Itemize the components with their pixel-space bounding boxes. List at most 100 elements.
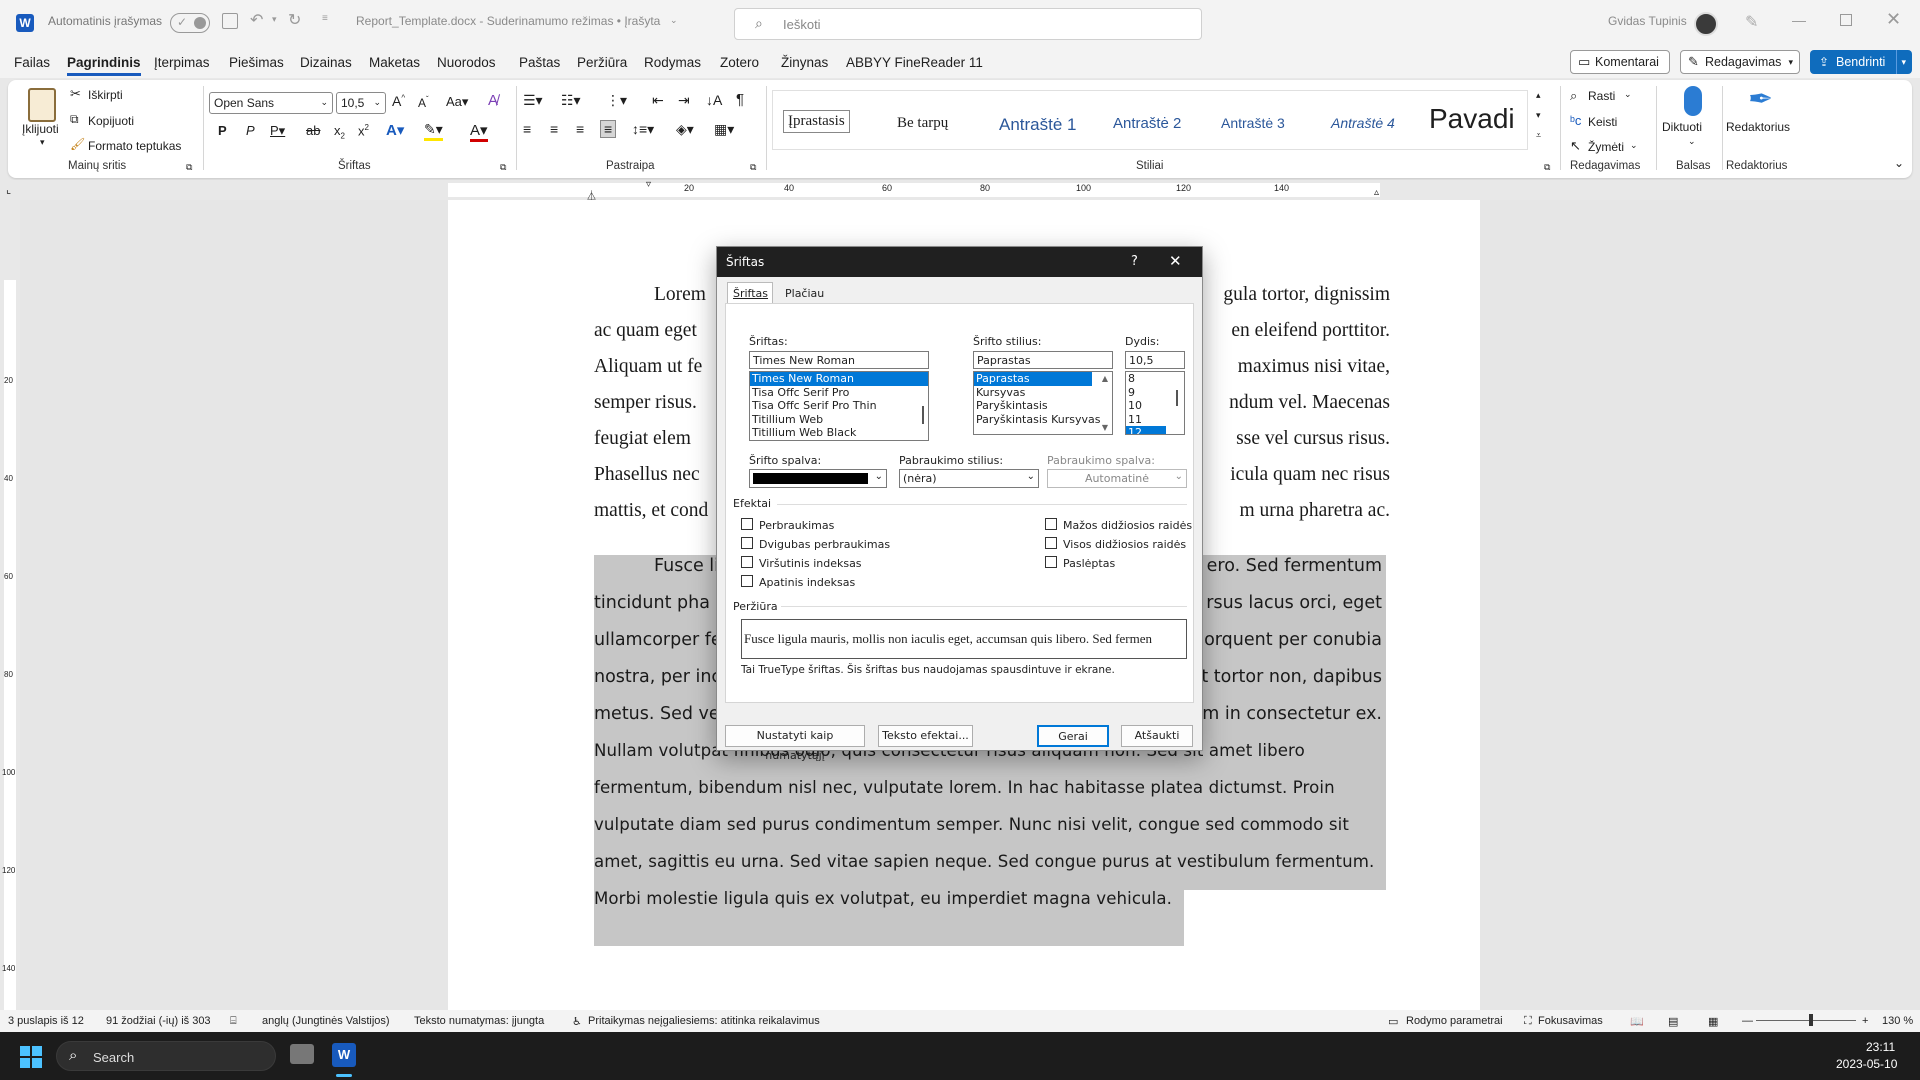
subscript-checkbox[interactable] [741,575,753,587]
comments-button[interactable]: ▭ Komentarai [1570,50,1670,74]
zoom-level[interactable]: 130 % [1882,1015,1913,1027]
styles-launcher-icon[interactable]: ⧉ [1544,162,1550,173]
close-icon[interactable]: ✕ [1886,9,1901,30]
text-line[interactable]: m in consectetur ex. [1202,704,1382,724]
dictate-button[interactable]: Diktuoti [1662,120,1702,134]
format-painter-button[interactable]: Formato teptukas [88,139,181,153]
subscript-icon[interactable]: x2 [334,123,345,141]
text-line[interactable]: metus. Sed ve [594,704,720,724]
align-right-icon[interactable]: ≡ [576,121,584,137]
highlight-icon[interactable]: ✎▾ [424,121,443,141]
justify-icon[interactable]: ≡ [600,120,617,138]
text-line[interactable]: semper risus. [594,392,697,414]
editor-button[interactable]: Redaktorius [1726,120,1790,134]
scrollbar-thumb[interactable] [1176,390,1178,406]
clipboard-launcher-icon[interactable]: ⧉ [186,162,192,173]
pen-icon[interactable]: ✎ [1745,12,1758,32]
collapse-ribbon-icon[interactable]: ⌄ [1894,156,1904,170]
copy-button[interactable]: Kopijuoti [88,114,134,128]
text-line[interactable]: orquent per conubia [1204,630,1382,650]
font-size-select[interactable]: 10,5 ⌄ [336,92,386,114]
italic-button[interactable]: P [246,123,255,138]
search-box[interactable]: ⌕ Ieškoti [734,8,1202,40]
text-line[interactable]: Lorem [654,284,706,306]
proofing-icon[interactable]: ⌸ [230,1015,237,1028]
font-style-input[interactable]: Paprastas [973,351,1113,369]
small-caps-checkbox[interactable] [1045,518,1057,530]
styles-scroll-up-icon[interactable]: ▴ [1536,90,1541,101]
checkbox-label[interactable]: Viršutinis indeksas [759,557,862,570]
text-effects-button[interactable]: Teksto efektai... [878,725,973,747]
web-layout-icon[interactable]: ▦ [1708,1015,1718,1028]
font-color-select[interactable]: ⌄ [749,469,887,488]
redo-icon[interactable]: ↻ [288,10,301,30]
list-item[interactable]: Titillium Web [750,413,928,427]
select-button[interactable]: Žymėti [1588,140,1624,154]
strikethrough-icon[interactable]: ab [306,123,320,138]
focus-mode[interactable]: Fokusavimas [1538,1015,1603,1027]
underline-style-select[interactable]: (nėra) ⌄ [899,469,1039,488]
minimize-icon[interactable]: — [1792,12,1806,28]
style-heading-2[interactable]: Antraštė 2 [1113,115,1181,132]
line-spacing-icon[interactable]: ↕≡▾ [632,121,654,138]
text-line[interactable]: en eleifend porttitor. [1231,320,1390,342]
menu-file[interactable]: Failas [14,55,50,70]
superscript-icon[interactable]: x2 [358,123,369,138]
align-center-icon[interactable]: ≡ [550,121,558,137]
paste-chevron-icon[interactable]: ▾ [40,137,45,148]
right-indent-marker[interactable]: ▵ [1374,187,1379,198]
text-line[interactable]: Fusce li [654,556,719,576]
shading-icon[interactable]: ◈▾ [676,121,694,138]
font-name-select[interactable]: Open Sans ⌄ [209,92,333,114]
size-input[interactable]: 10,5 [1125,351,1185,369]
list-item[interactable]: Paryškintasis [974,399,1112,413]
undo-dropdown-icon[interactable]: ▾ [272,14,277,25]
scroll-up-icon[interactable]: ▲ [1102,374,1108,383]
menu-abbyy[interactable]: ABBYY FineReader 11 [846,55,983,70]
text-line[interactable]: t tortor non, dapibus [1201,667,1382,687]
text-line[interactable]: nostra, per inc [594,667,721,687]
cancel-button[interactable]: Atšaukti [1121,725,1193,747]
ok-button[interactable]: Gerai [1037,725,1109,747]
zoom-out-icon[interactable]: — [1742,1015,1753,1027]
font-name-list[interactable]: Times New Roman Tisa Offc Serif Pro Tisa… [749,371,929,441]
page-count[interactable]: 3 puslapis iš 12 [8,1015,84,1027]
menu-zotero[interactable]: Zotero [720,55,759,70]
underline-color-select[interactable]: Automatinė ⌄ [1047,469,1187,488]
tab-font[interactable]: Šriftas [727,282,773,304]
cut-button[interactable]: Iškirpti [88,88,123,102]
text-line[interactable]: maximus nisi vitae, [1238,356,1390,378]
text-line[interactable]: vulputate diam sed purus condimentum sem… [594,815,1349,834]
scrollbar-thumb[interactable] [922,406,924,424]
scroll-down-icon[interactable]: ▼ [1102,423,1108,432]
list-item[interactable]: Kursyvas [974,386,1112,400]
text-line[interactable]: Phasellus nec [594,464,700,486]
font-name-input[interactable]: Times New Roman [749,351,929,369]
checkbox-label[interactable]: Dvigubas perbraukimas [759,538,890,551]
text-line[interactable]: feugiat elem [594,428,691,450]
list-item[interactable]: 11 [1126,413,1184,427]
size-list[interactable]: 8 9 10 11 12 [1125,371,1185,435]
list-item[interactable]: 12 [1126,426,1166,434]
text-line[interactable]: tincidunt pha [594,593,710,613]
checkbox-label[interactable]: Paslėptas [1063,557,1115,570]
title-chevron-icon[interactable]: ⌄ [670,15,678,26]
task-view-icon[interactable] [290,1044,314,1064]
increase-indent-icon[interactable]: ⇥ [678,92,690,109]
text-line[interactable]: mattis, et cond [594,500,708,522]
text-line[interactable]: Morbi molestie ligula quis ex volutpat, … [594,889,1172,908]
all-caps-checkbox[interactable] [1045,537,1057,549]
customize-qat-icon[interactable]: ≡ [322,13,328,24]
font-color-icon[interactable]: A▾ [470,121,488,142]
zoom-slider[interactable] [1756,1014,1856,1026]
save-icon[interactable] [222,13,238,29]
word-logo-icon[interactable]: W [16,14,34,32]
taskbar-search[interactable]: ⌕ Search [56,1041,276,1071]
borders-icon[interactable]: ▦▾ [714,121,734,138]
clock-time[interactable]: 23:11 [1866,1040,1895,1054]
read-mode-icon[interactable]: 📖 [1630,1015,1644,1028]
double-strikethrough-checkbox[interactable] [741,537,753,549]
display-settings[interactable]: Rodymo parametrai [1406,1015,1503,1027]
zoom-slider-thumb[interactable] [1809,1014,1813,1026]
menu-draw[interactable]: Piešimas [229,55,284,70]
